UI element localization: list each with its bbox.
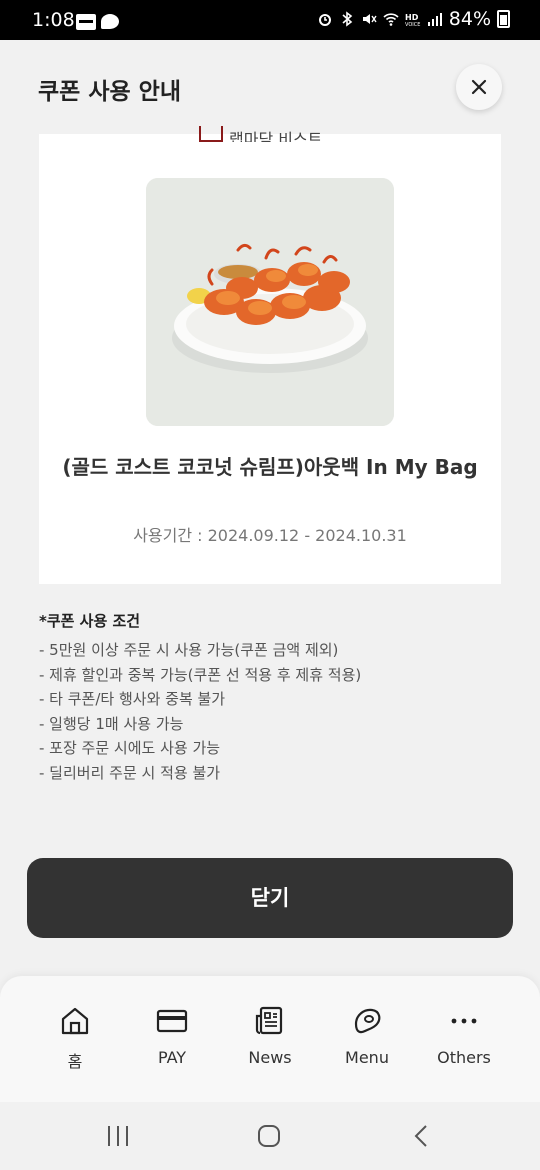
recent-apps-icon[interactable] xyxy=(106,1124,130,1148)
condition-item: - 5만원 이상 주문 시 사용 가능(쿠폰 금액 제외) xyxy=(39,641,339,659)
bottom-nav: 홈 PAY News Menu Others xyxy=(0,976,540,1102)
condition-item: - 딜리버리 주문 시 적용 불가 xyxy=(39,763,221,782)
close-button[interactable] xyxy=(456,64,502,110)
condition-item: - 일행당 1매 사용 가능 xyxy=(39,714,184,733)
page-title: 쿠폰 사용 안내 xyxy=(38,79,181,105)
product-name: (골드 코스트 코코넛 슈림프)아웃백 In My Bag xyxy=(62,455,478,479)
brand-name: 랩마담 비스트 xyxy=(229,130,323,142)
close-icon xyxy=(471,79,487,95)
more-icon xyxy=(451,1018,477,1024)
coupon-card: 랩마담 비스트 (골드 코스트 코코넛 슈림프)아웃백 In My Bag 사용… xyxy=(39,126,501,584)
home-button-icon[interactable] xyxy=(257,1124,281,1148)
product-image xyxy=(146,178,394,426)
bluetooth-icon xyxy=(342,11,353,27)
usage-period: 사용기간 : 2024.09.12 - 2024.10.31 xyxy=(133,526,407,545)
hd-voice-icon: HDVOICE xyxy=(405,13,420,27)
close-modal-button[interactable]: 닫기 xyxy=(27,858,513,938)
mute-icon xyxy=(362,14,377,24)
chat-notification-icon xyxy=(101,14,119,29)
system-nav-bar xyxy=(0,1102,540,1170)
system-icons: HD VOICE 84% xyxy=(317,8,510,30)
status-time: 1:08 xyxy=(32,9,75,31)
home-icon xyxy=(61,1007,89,1035)
notification-icon xyxy=(76,14,96,30)
svg-text:VOICE: VOICE xyxy=(405,22,420,27)
nav-label: Menu xyxy=(345,1048,389,1067)
steak-icon xyxy=(354,1008,381,1034)
status-bar: 1:08 HD VOICE 84% xyxy=(0,0,540,40)
condition-item: - 타 쿠폰/타 행사와 중복 불가 xyxy=(39,690,226,708)
nav-item-home[interactable]: 홈 xyxy=(27,1004,123,1072)
nav-item-news[interactable]: News xyxy=(222,1004,318,1067)
nav-item-others[interactable]: Others xyxy=(416,1004,512,1067)
nav-item-pay[interactable]: PAY xyxy=(124,1004,220,1067)
card-icon xyxy=(156,1009,188,1033)
back-icon[interactable] xyxy=(410,1124,434,1148)
coupon-conditions: *쿠폰 사용 조건 - 5만원 이상 주문 시 사용 가능(쿠폰 금액 제외) … xyxy=(39,610,509,785)
alarm-icon xyxy=(318,14,331,26)
condition-item: - 포장 주문 시에도 사용 가능 xyxy=(39,739,221,757)
nav-label: Others xyxy=(437,1048,491,1067)
nav-label: 홈 xyxy=(67,1052,83,1071)
battery-icon xyxy=(497,10,510,28)
signal-icon xyxy=(427,13,442,26)
nav-item-menu[interactable]: Menu xyxy=(319,1004,415,1067)
news-icon xyxy=(255,1006,283,1035)
brand-mark-icon xyxy=(199,126,223,142)
condition-item: - 제휴 할인과 중복 가능(쿠폰 선 적용 후 제휴 적용) xyxy=(39,665,362,684)
shrimp-plate-illustration xyxy=(146,178,394,426)
brand-logo: 랩마담 비스트 xyxy=(199,126,322,142)
wifi-icon xyxy=(383,13,399,26)
svg-text:HD: HD xyxy=(405,13,419,22)
battery-percent: 84% xyxy=(448,8,491,30)
nav-label: News xyxy=(248,1048,292,1067)
conditions-heading: *쿠폰 사용 조건 xyxy=(39,612,141,630)
nav-label: PAY xyxy=(157,1048,187,1067)
